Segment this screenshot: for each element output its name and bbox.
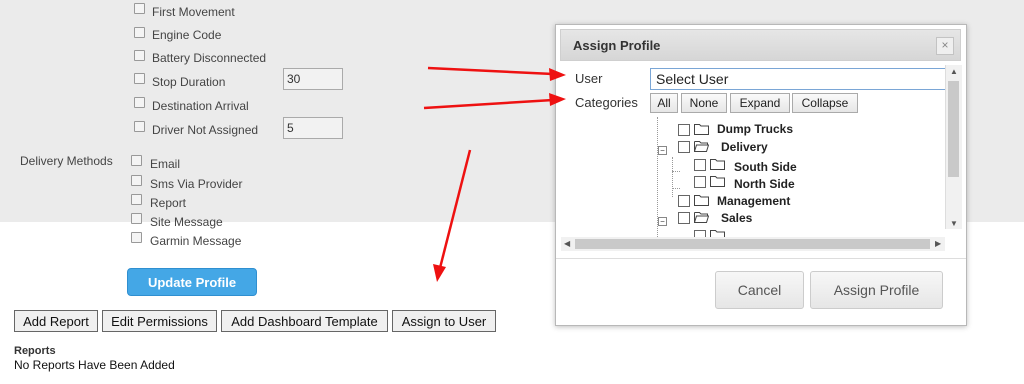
expand-button[interactable]: Expand (730, 93, 790, 113)
edit-permissions-button[interactable]: Edit Permissions (102, 310, 217, 332)
add-report-button[interactable]: Add Report (14, 310, 98, 332)
scroll-left-icon[interactable]: ◀ (564, 239, 570, 248)
folder-icon (694, 124, 709, 135)
scroll-up-icon[interactable]: ▲ (950, 67, 958, 76)
tree-item-sales[interactable]: Sales (721, 211, 752, 225)
tree-item-delivery[interactable]: Delivery (721, 140, 768, 154)
folder-icon (694, 195, 709, 206)
engine-code-label: Engine Code (152, 28, 222, 42)
sms-label: Sms Via Provider (150, 177, 243, 191)
select-all-button[interactable]: All (650, 93, 678, 113)
garmin-message-label: Garmin Message (150, 234, 242, 248)
driver-not-assigned-checkbox[interactable] (134, 121, 145, 132)
folder-icon (710, 176, 725, 187)
vertical-scrollbar[interactable]: ▲ ▼ (945, 65, 962, 229)
user-label: User (575, 71, 603, 86)
tree-checkbox-south-side[interactable] (694, 159, 706, 171)
stop-duration-checkbox[interactable] (134, 73, 145, 84)
folder-icon (710, 159, 725, 170)
dialog-title: Assign Profile (573, 38, 661, 53)
driver-not-assigned-input[interactable]: 5 (283, 117, 343, 139)
destination-arrival-checkbox[interactable] (134, 97, 145, 108)
add-dashboard-template-button[interactable]: Add Dashboard Template (221, 310, 388, 332)
collapse-toggle-icon[interactable]: − (658, 217, 667, 226)
tree-item-north-side[interactable]: North Side (734, 177, 795, 191)
cancel-button[interactable]: Cancel (715, 271, 804, 309)
destination-arrival-label: Destination Arrival (152, 99, 249, 113)
close-icon[interactable]: × (936, 37, 954, 55)
tree-item-south-side[interactable]: South Side (734, 160, 797, 174)
reports-heading: Reports (14, 345, 56, 357)
email-checkbox[interactable] (131, 155, 142, 166)
select-none-button[interactable]: None (681, 93, 727, 113)
site-message-label: Site Message (150, 215, 223, 229)
sms-checkbox[interactable] (131, 175, 142, 186)
reports-empty-text: No Reports Have Been Added (14, 358, 175, 372)
collapse-toggle-icon[interactable]: − (658, 146, 667, 155)
categories-label: Categories (575, 95, 638, 110)
tree-item-management[interactable]: Management (717, 194, 790, 208)
tree-item-dump-trucks[interactable]: Dump Trucks (717, 122, 793, 136)
driver-not-assigned-label: Driver Not Assigned (152, 123, 259, 137)
dialog-titlebar[interactable]: Assign Profile × (560, 29, 961, 61)
tree-checkbox-delivery[interactable] (678, 141, 690, 153)
tree-connector (672, 188, 680, 189)
assign-profile-dialog: Assign Profile × User Select User Catego… (555, 24, 967, 326)
collapse-button[interactable]: Collapse (792, 93, 858, 113)
tree-checkbox-dump-trucks[interactable] (678, 124, 690, 136)
report-checkbox[interactable] (131, 194, 142, 205)
site-message-checkbox[interactable] (131, 213, 142, 224)
assign-profile-button[interactable]: Assign Profile (810, 271, 943, 309)
stop-duration-label: Stop Duration (152, 75, 226, 89)
tree-checkbox-sales[interactable] (678, 212, 690, 224)
update-profile-button[interactable]: Update Profile (127, 268, 257, 296)
tree-checkbox-north-side[interactable] (694, 176, 706, 188)
user-select[interactable]: Select User (650, 68, 946, 90)
battery-disconnected-label: Battery Disconnected (152, 51, 267, 65)
horizontal-scrollbar[interactable]: ◀ ▶ (561, 237, 945, 251)
battery-disconnected-checkbox[interactable] (134, 50, 145, 61)
scroll-down-icon[interactable]: ▼ (950, 219, 958, 228)
garmin-message-checkbox[interactable] (131, 232, 142, 243)
horizontal-scroll-thumb[interactable] (575, 239, 930, 249)
tree-connector (672, 157, 673, 197)
report-label: Report (150, 196, 187, 210)
first-movement-checkbox[interactable] (134, 3, 145, 14)
folder-open-icon (694, 212, 709, 223)
scroll-right-icon[interactable]: ▶ (935, 239, 941, 248)
assign-to-user-button[interactable]: Assign to User (392, 310, 496, 332)
tree-connector (672, 171, 680, 172)
delivery-methods-label: Delivery Methods (20, 154, 113, 168)
stop-duration-input[interactable]: 30 (283, 68, 343, 90)
folder-open-icon (694, 141, 709, 152)
engine-code-checkbox[interactable] (134, 27, 145, 38)
vertical-scroll-thumb[interactable] (948, 81, 959, 177)
dialog-footer-divider (556, 258, 966, 259)
category-tree: Dump Trucks − Delivery South Side North … (561, 117, 963, 253)
email-label: Email (150, 157, 181, 171)
tree-checkbox-management[interactable] (678, 195, 690, 207)
first-movement-label: First Movement (152, 5, 235, 19)
tree-connector (657, 117, 658, 247)
